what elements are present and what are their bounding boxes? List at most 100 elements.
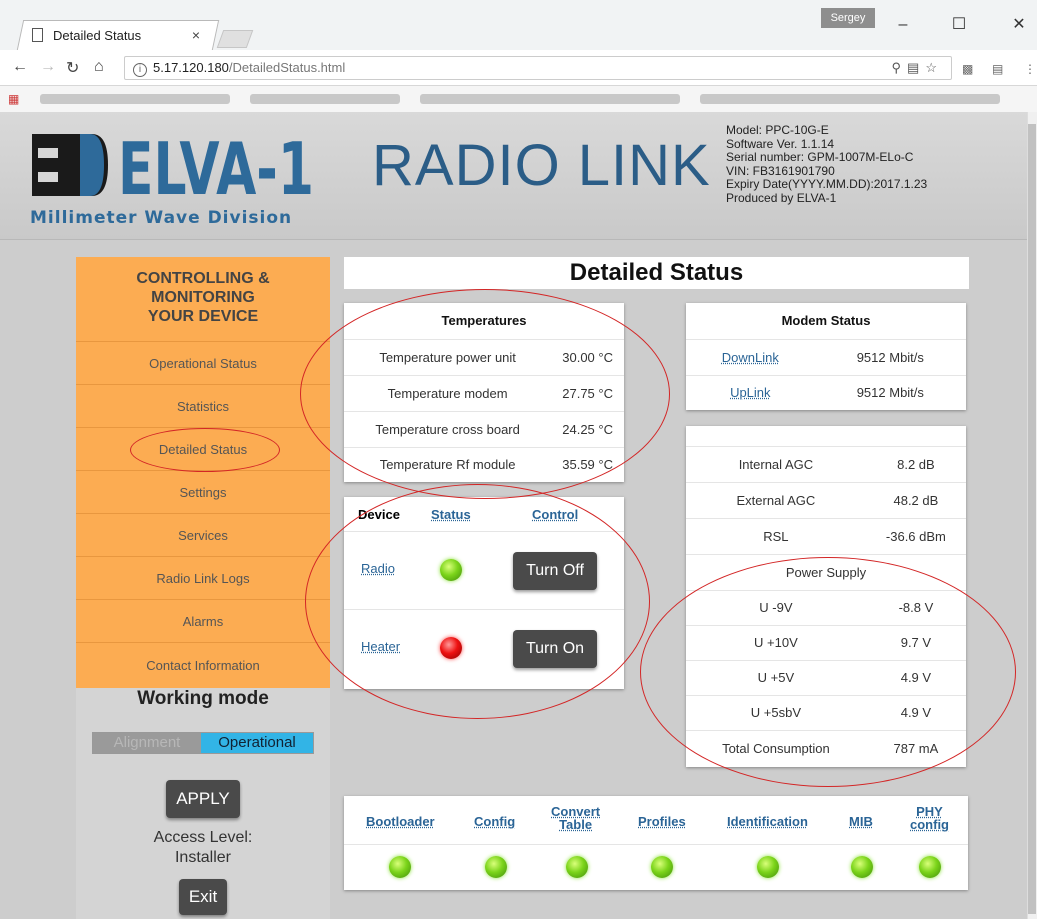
browser-menu-icon[interactable]: ⋮ [1024, 62, 1036, 76]
modem-status-table: Modem Status DownLink 9512 Mbit/s UpLink 9… [686, 303, 966, 410]
bookmark-item[interactable] [40, 94, 230, 104]
info-icon[interactable]: i [133, 63, 147, 77]
services-panel: Bootloader Config Convert Table Profiles … [344, 796, 968, 890]
bookmark-item[interactable] [420, 94, 680, 104]
reload-icon[interactable]: ↻ [66, 58, 79, 78]
browser-toolbar: ← → ↻ ⌂ i 5.17.120.180/DetailedStatus.htm… [0, 50, 1037, 86]
bookmarks-bar: ▦ [0, 86, 1037, 112]
browser-tab[interactable]: Detailed Status × [24, 20, 214, 50]
table-row: RSL -36.6 dBm [686, 517, 966, 554]
phy-config-line: config [910, 817, 949, 832]
agc-label: External AGC [686, 481, 866, 518]
sidebar-heading-line: CONTROLLING & [136, 270, 270, 287]
extension-pdf-icon[interactable]: ▤ [992, 62, 1003, 76]
page-header: ELVA-1 Millimeter Wave Division RADIO LI… [0, 112, 1027, 240]
device-vin: VIN: FB3161901790 [726, 163, 835, 178]
downlink-link[interactable]: DownLink [722, 350, 779, 365]
phy-config-link[interactable]: PHY config [910, 805, 949, 831]
modem-status-title: Modem Status [781, 313, 871, 329]
translate-icon[interactable]: ▤ [907, 60, 925, 75]
elva-logo-icon: ELVA-1 [32, 130, 314, 200]
annotation-ellipse [640, 557, 1016, 787]
device-software: Software Ver. 1.1.14 [726, 136, 835, 151]
uplink-value: 9512 Mbit/s [814, 374, 966, 410]
sidebar-heading: CONTROLLING & MONITORING YOUR DEVICE [76, 257, 330, 341]
document-icon [32, 28, 43, 42]
scrollbar-thumb[interactable] [1028, 124, 1036, 914]
url-host: 5.17.120.180 [153, 60, 229, 75]
rsl-label: RSL [686, 517, 866, 554]
config-link[interactable]: Config [474, 814, 515, 829]
agc-value: 8.2 dB [865, 445, 966, 482]
sidebar-item-statistics[interactable]: Statistics [76, 384, 330, 427]
sidebar-item-radio-link-logs[interactable]: Radio Link Logs [76, 556, 330, 599]
profiles-link[interactable]: Profiles [638, 814, 686, 829]
page-title: Detailed Status [344, 257, 969, 289]
mib-status-led-icon [851, 856, 873, 878]
working-mode-toggle[interactable]: Alignment Operational [92, 732, 314, 754]
tab-close-icon[interactable]: × [192, 27, 200, 43]
sidebar-item-settings[interactable]: Settings [76, 470, 330, 513]
working-mode-label: Working mode [137, 688, 269, 709]
access-level: Access Level: Installer [76, 828, 330, 868]
apply-button[interactable]: APPLY [166, 780, 240, 818]
apps-icon[interactable]: ▦ [8, 92, 19, 106]
brand-text: ELVA-1 [118, 130, 314, 200]
close-window-icon[interactable]: ✕ [1004, 12, 1034, 38]
tab-title: Detailed Status [53, 27, 142, 43]
convert-table-status-led-icon [566, 856, 588, 878]
sidebar-item-services[interactable]: Services [76, 513, 330, 556]
config-status-led-icon [485, 856, 507, 878]
device-serial: Serial number: GPM-1007M-ELo-C [726, 150, 914, 164]
profiles-status-led-icon [651, 856, 673, 878]
device-expiry: Expiry Date(YYYY.MM.DD):2017.1.23 [726, 177, 928, 191]
access-level-value: Installer [174, 849, 232, 866]
table-row: External AGC 48.2 dB [686, 481, 966, 518]
back-icon[interactable]: ← [12, 58, 28, 76]
sidebar: CONTROLLING & MONITORING YOUR DEVICE Ope… [76, 257, 330, 919]
bootloader-link[interactable]: Bootloader [366, 814, 435, 829]
access-level-label: Access Level: [153, 829, 253, 846]
minimize-icon[interactable]: – [888, 12, 918, 38]
agc-label: Internal AGC [686, 445, 866, 482]
home-icon[interactable]: ⌂ [94, 58, 104, 76]
address-bar[interactable]: i 5.17.120.180/DetailedStatus.html ⚲▤☆ [124, 56, 952, 80]
brand-subtitle: Millimeter Wave Division [30, 208, 293, 228]
bookmark-item[interactable] [700, 94, 1000, 104]
annotation-ellipse [300, 289, 670, 499]
sidebar-item-contact-information[interactable]: Contact Information [76, 642, 330, 688]
sidebar-item-operational-status[interactable]: Operational Status [76, 341, 330, 384]
identification-link[interactable]: Identification [727, 814, 808, 829]
forward-icon[interactable]: → [40, 58, 56, 76]
convert-table-line: Table [559, 817, 593, 832]
sidebar-item-alarms[interactable]: Alarms [76, 599, 330, 642]
maximize-icon[interactable]: ☐ [944, 12, 974, 38]
exit-button[interactable]: Exit [179, 879, 227, 915]
web-page: ELVA-1 Millimeter Wave Division RADIO LI… [0, 112, 1027, 919]
bootloader-status-led-icon [389, 856, 411, 878]
profile-badge[interactable]: Sergey [821, 8, 875, 28]
bookmark-item[interactable] [250, 94, 400, 104]
table-row: UpLink 9512 Mbit/s [686, 374, 966, 410]
new-tab-button[interactable] [216, 30, 254, 48]
table-row: DownLink 9512 Mbit/s [686, 338, 966, 375]
sidebar-heading-line: YOUR DEVICE [147, 308, 259, 325]
mode-option-operational[interactable]: Operational [201, 733, 313, 753]
identification-status-led-icon [757, 856, 779, 878]
mib-link[interactable]: MIB [849, 814, 873, 829]
phy-config-status-led-icon [919, 856, 941, 878]
extension-icon[interactable]: ▩ [962, 62, 973, 76]
browser-titlebar: Detailed Status × Sergey – ☐ ✕ [0, 0, 1037, 50]
annotation-ellipse [130, 428, 280, 472]
agc-value: 48.2 dB [865, 481, 966, 518]
bookmark-star-icon[interactable]: ☆ [925, 60, 943, 75]
annotation-ellipse [305, 484, 650, 719]
mode-option-alignment[interactable]: Alignment [93, 733, 201, 753]
omnibox-actions: ⚲▤☆ [892, 57, 943, 79]
product-title: RADIO LINK [372, 133, 711, 198]
convert-table-link[interactable]: Convert Table [551, 805, 600, 831]
device-model: Model: PPC-10G-E [726, 123, 829, 137]
rsl-value: -36.6 dBm [865, 517, 966, 554]
uplink-link[interactable]: UpLink [730, 385, 770, 400]
zoom-icon[interactable]: ⚲ [892, 60, 908, 75]
